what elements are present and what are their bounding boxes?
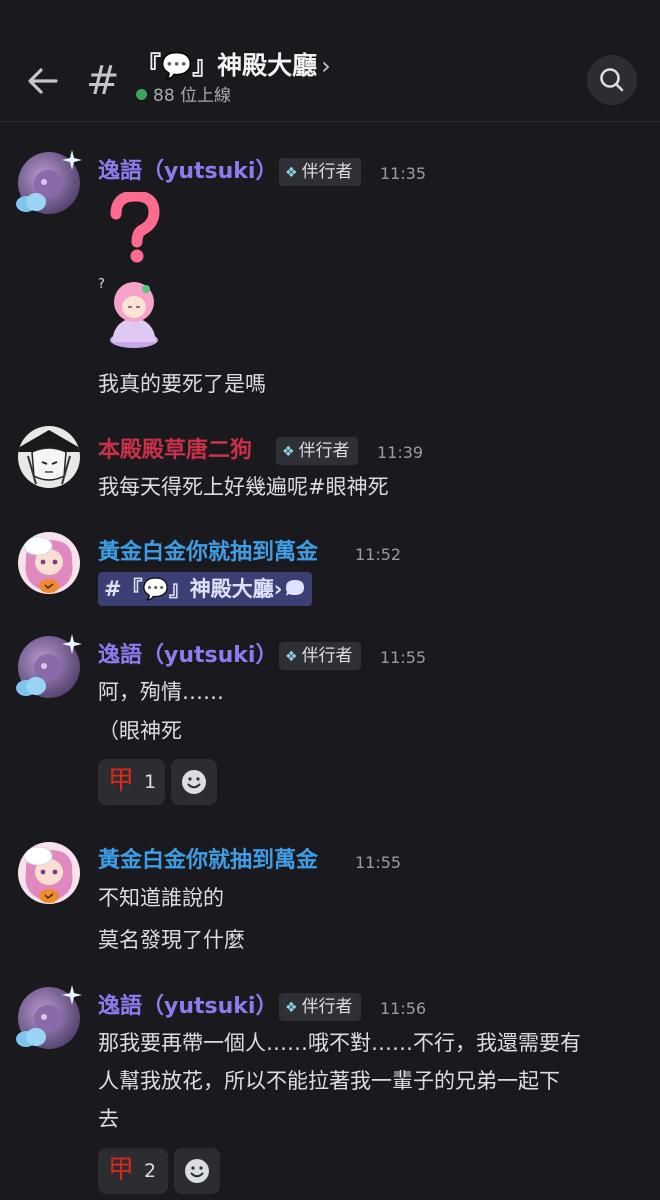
message-text: 那我要再帶一個人……哦不對……不行，我還需要有 [98,1031,581,1055]
role-tag: ❖ 伴行者 [279,642,361,670]
timestamp: 11:55 [380,648,427,667]
timestamp: 11:39 [377,443,424,462]
sparkle-decoration-icon [62,634,82,654]
hash-icon: # [86,58,120,104]
anime-girl-sticker: ? [98,277,158,348]
message-text: 阿，殉情…… [98,680,224,704]
emoji-add-icon [182,770,206,794]
role-tag: ❖ 伴行者 [279,993,361,1021]
sparkle-decoration-icon [62,985,82,1005]
avatar[interactable] [18,426,80,488]
avatar[interactable] [18,842,80,904]
timestamp: 11:55 [355,853,402,872]
svg-text:?: ? [98,277,105,292]
reaction-emoji: 甲 [108,1155,135,1185]
cloud-decoration-icon [16,193,46,212]
author-name[interactable]: 黃金白金你就抽到萬金 [98,846,318,876]
role-tag: ❖ 伴行者 [279,158,361,186]
message-text: 不知道誰說的 [98,886,224,910]
back-arrow-icon[interactable] [22,60,64,102]
author-name[interactable]: 逸語（yutsuki） [98,992,277,1022]
role-tag: ❖ 伴行者 [276,437,358,465]
role-tag-label: 伴行者 [298,441,350,461]
author-name[interactable]: 逸語（yutsuki） [98,157,277,187]
message-text: 莫名發現了什麼 [98,928,245,952]
role-gem-icon: ❖ [282,444,295,460]
author-name[interactable]: 逸語（yutsuki） [98,641,277,671]
author-name[interactable]: 本殿殿草唐二狗 [98,436,252,466]
message-text: 人幫我放花，所以不能拉著我一輩子的兄弟一起下 [98,1069,560,1093]
add-reaction-button[interactable] [171,759,217,805]
cloud-decoration-icon [16,677,46,696]
role-gem-icon: ❖ [285,649,298,665]
message-text: 我真的要死了是嗎 [98,372,266,396]
online-count: 88 位上線 [136,84,231,108]
timestamp: 11:52 [355,545,402,564]
chevron-right-icon: › [321,52,331,80]
role-gem-icon: ❖ [285,165,298,181]
message-text: 我每天得死上好幾遍呢#眼神死 [98,475,389,499]
avatar[interactable] [16,150,82,214]
role-tag-label: 伴行者 [301,646,353,666]
message-text: （眼神死 [98,719,182,743]
reaction-count: 2 [144,1160,157,1182]
avatar[interactable] [16,634,82,698]
search-icon [600,68,624,92]
reaction-button[interactable]: 甲 2 [98,1148,168,1194]
question-mark-sticker [110,192,160,263]
timestamp: 11:56 [380,999,427,1018]
reaction-button[interactable]: 甲 1 [98,759,165,805]
emoji-add-icon [185,1159,209,1183]
avatar[interactable] [16,985,82,1049]
channel-title-text: 『💬』神殿大廳 [136,51,318,80]
role-tag-label: 伴行者 [301,162,353,182]
channel-mention-link[interactable]: #『💬』神殿大廳› [98,572,313,606]
online-dot [136,88,147,100]
cloud-decoration-icon [16,1028,46,1047]
role-gem-icon: ❖ [285,1000,298,1016]
search-button[interactable] [587,55,637,105]
author-name[interactable]: 黃金白金你就抽到萬金 [98,538,318,568]
message-text: 去 [98,1107,119,1131]
timestamp: 11:35 [380,164,427,183]
reaction-count: 1 [144,771,157,793]
online-text: 88 位上線 [153,86,232,106]
add-reaction-button[interactable] [174,1148,220,1194]
channel-mention-text: #『💬』神殿大廳› [104,577,283,601]
sparkle-decoration-icon [62,150,82,170]
role-tag-label: 伴行者 [301,997,353,1017]
speech-bubble-icon [286,580,305,596]
channel-title[interactable]: 『💬』神殿大廳 › [136,46,331,86]
avatar[interactable] [18,532,80,594]
channel-header: # 『💬』神殿大廳 › 88 位上線 [0,0,660,122]
reaction-emoji: 甲 [108,766,135,796]
